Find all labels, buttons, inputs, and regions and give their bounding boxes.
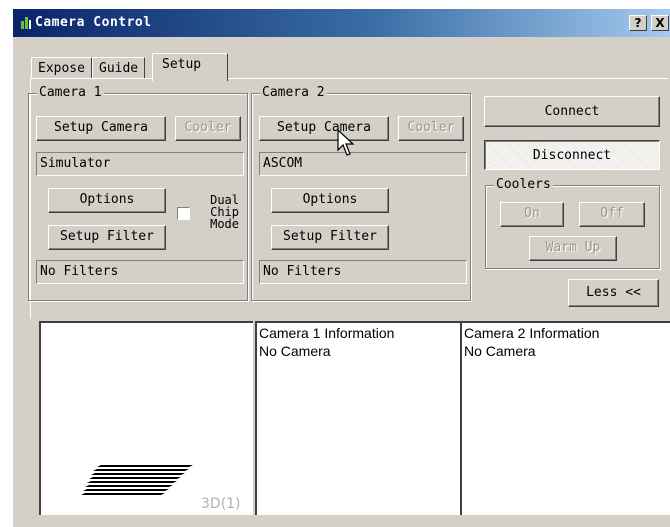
camera1-cooler-button[interactable]: Cooler [175, 116, 241, 141]
camera1-info-title: Camera 1 Information [259, 325, 395, 341]
warm-up-button[interactable]: Warm Up [529, 236, 617, 261]
view-label: 3D(1) [201, 496, 241, 512]
camera1-name-field[interactable]: Simulator [36, 152, 244, 176]
mouse-cursor-icon [337, 129, 355, 156]
camera1-info-status: No Camera [259, 343, 331, 359]
cooler-off-button[interactable]: Off [579, 202, 645, 227]
camera1-filter-field[interactable]: No Filters [36, 260, 244, 284]
app-icon [21, 17, 31, 29]
connect-button[interactable]: Connect [484, 96, 660, 127]
tab-guide[interactable]: Guide [92, 57, 146, 79]
less-button[interactable]: Less << [568, 279, 659, 307]
help-button[interactable]: ? [629, 15, 647, 31]
dual-chip-mode-label: Dual Chip Mode [210, 193, 239, 231]
dual-chip-mode-checkbox[interactable] [177, 207, 190, 220]
coolers-group-label: Coolers [494, 177, 553, 193]
camera1-options-button[interactable]: Options [48, 188, 166, 213]
camera1-info-pane: Camera 1 Information No Camera [255, 321, 461, 515]
title-bar[interactable]: Camera Control ? X [13, 9, 670, 37]
image-view[interactable]: 3D(1) [39, 321, 253, 515]
camera1-setup-filter-button[interactable]: Setup Filter [48, 225, 166, 250]
camera2-options-button[interactable]: Options [271, 188, 389, 213]
camera2-setup-filter-button[interactable]: Setup Filter [271, 225, 389, 250]
tab-expose[interactable]: Expose [31, 57, 92, 79]
camera1-setup-camera-button[interactable]: Setup Camera [36, 116, 166, 141]
camera2-group-label: Camera 2 [260, 85, 327, 101]
window-title: Camera Control [35, 15, 152, 30]
camera2-cooler-button[interactable]: Cooler [398, 116, 464, 141]
disconnect-button[interactable]: Disconnect [484, 140, 660, 170]
camera2-info-pane: Camera 2 Information No Camera [460, 321, 670, 515]
camera2-setup-camera-button[interactable]: Setup Camera [259, 116, 389, 141]
3d-view-icon [81, 465, 193, 495]
camera-control-window: Camera Control ? X Expose Guide Setup Ca… [12, 8, 670, 527]
close-button[interactable]: X [651, 15, 669, 31]
cooler-on-button[interactable]: On [500, 202, 564, 227]
camera2-name-field[interactable]: ASCOM [259, 152, 467, 176]
camera2-info-title: Camera 2 Information [464, 325, 600, 341]
camera2-filter-field[interactable]: No Filters [259, 260, 467, 284]
camera2-info-status: No Camera [464, 343, 536, 359]
tab-setup[interactable]: Setup [152, 53, 228, 81]
camera1-group-label: Camera 1 [37, 85, 104, 101]
